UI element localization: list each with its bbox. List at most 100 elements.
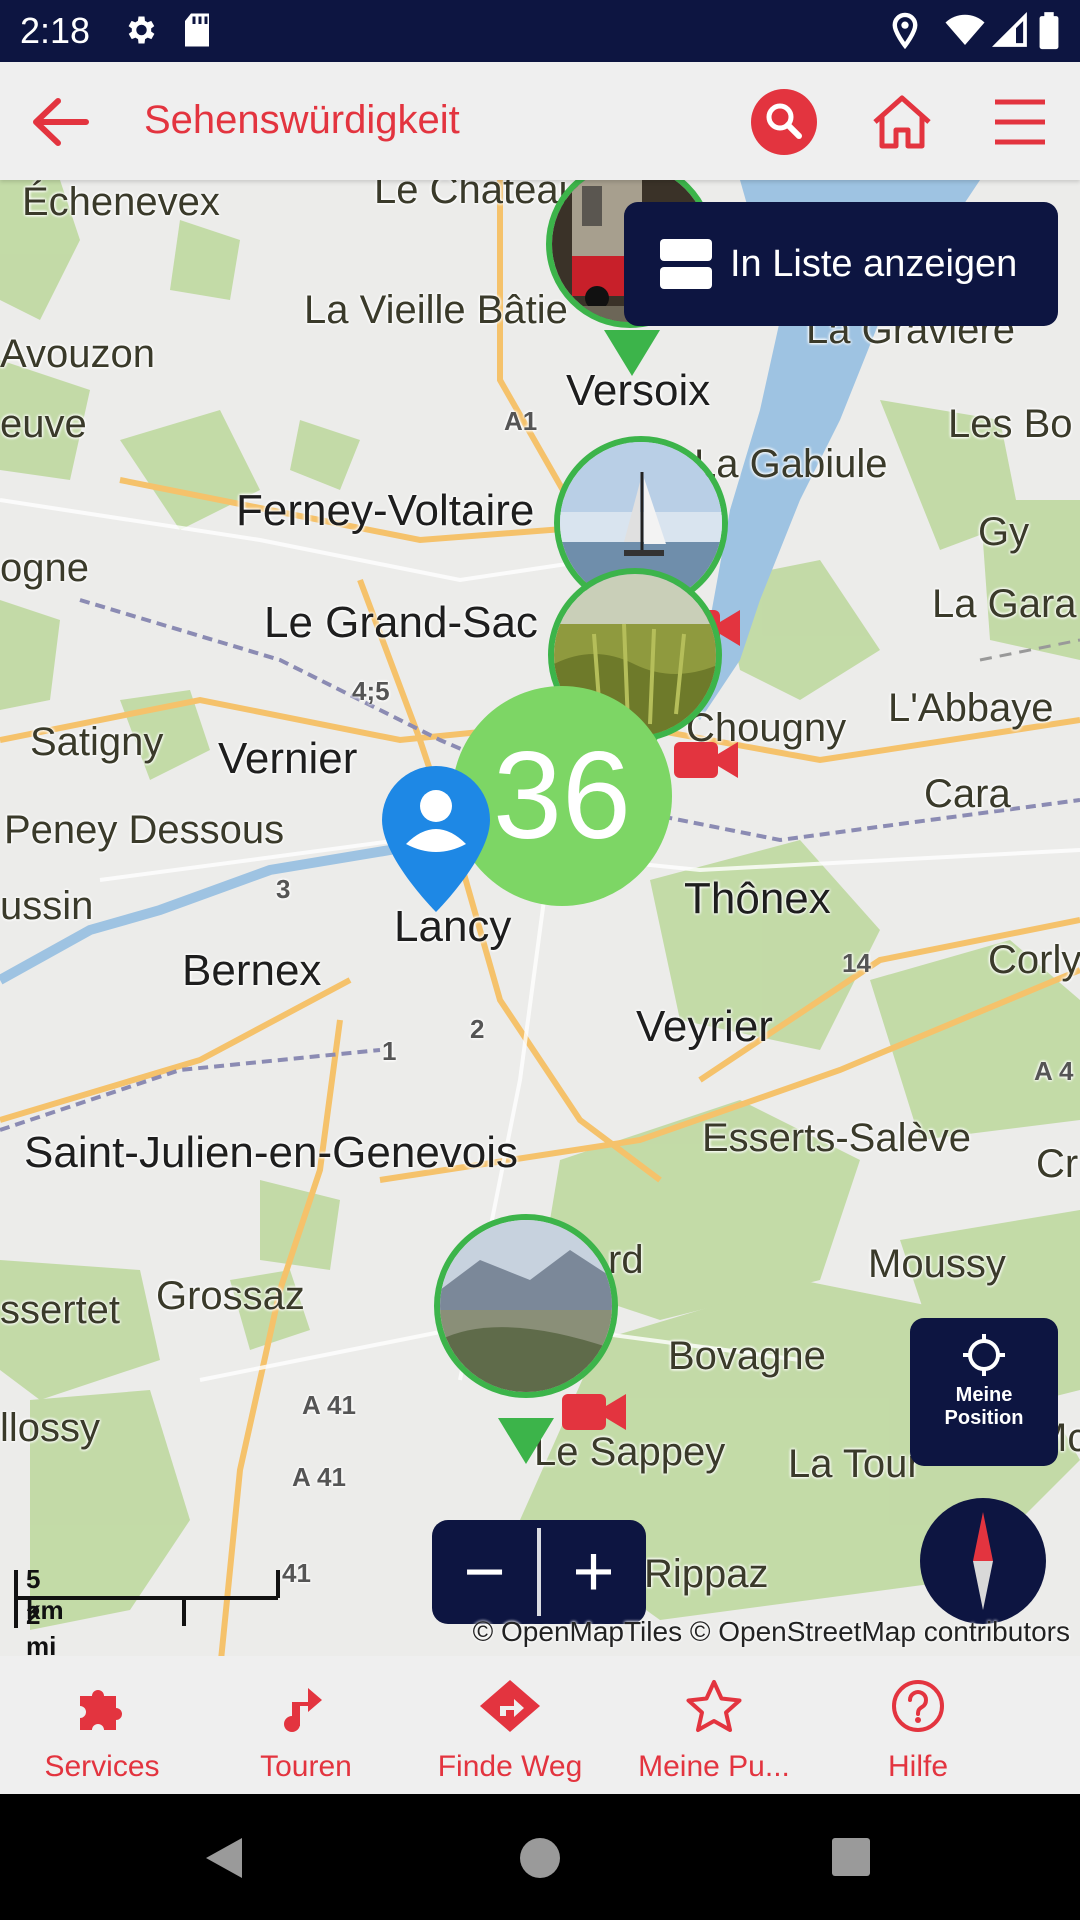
place-label: Gy xyxy=(978,510,1030,554)
place-label: La Gabiule xyxy=(694,442,888,486)
place-label: Moussy xyxy=(868,1242,1006,1286)
place-label: La Vieille Bâtie xyxy=(304,288,568,332)
location-icon xyxy=(890,12,920,55)
back-button[interactable] xyxy=(20,82,100,162)
place-label: Peney Dessous xyxy=(4,808,285,852)
gear-icon xyxy=(122,12,158,53)
list-view-icon xyxy=(660,239,712,289)
nav-services-label: Services xyxy=(44,1750,160,1783)
cluster-count: 36 xyxy=(493,727,631,865)
help-icon xyxy=(892,1680,944,1732)
place-label: La Gara xyxy=(932,582,1077,626)
scale-imperial: 2 mi xyxy=(26,1600,57,1656)
place-label: Esserts-Salève xyxy=(702,1116,971,1160)
map-view[interactable]: Échenevex Le Chateau La Vieille Bâtie La… xyxy=(0,180,1080,1656)
battery-icon xyxy=(1038,12,1060,55)
place-label: ogne xyxy=(0,546,89,590)
my-position-button[interactable]: Meine Position xyxy=(910,1318,1058,1466)
place-label: Avouzon xyxy=(0,332,155,376)
show-in-list-label: In Liste anzeigen xyxy=(730,242,1018,285)
place-label: ussin xyxy=(0,884,94,928)
place-label: ssertet xyxy=(0,1288,121,1332)
puzzle-icon xyxy=(80,1690,122,1730)
place-label: euve xyxy=(0,402,87,446)
road-label: 3 xyxy=(276,874,291,904)
show-in-list-button[interactable]: In Liste anzeigen xyxy=(624,202,1058,326)
place-label: La Tour xyxy=(788,1442,921,1486)
place-label: Cara xyxy=(924,772,1011,816)
my-position-label-line2: Position xyxy=(944,1407,1024,1429)
place-label: Thônex xyxy=(684,874,831,923)
sd-card-icon xyxy=(182,12,212,53)
place-label: Les Bo xyxy=(948,402,1073,446)
route-icon xyxy=(284,1688,322,1732)
place-label: Le Chateau xyxy=(374,180,581,212)
place-label: Vernier xyxy=(218,734,358,783)
nav-finde-weg[interactable]: Finde Weg xyxy=(408,1656,612,1794)
search-button[interactable] xyxy=(744,82,824,162)
zoom-divider xyxy=(537,1528,541,1616)
my-position-label-line1: Meine xyxy=(955,1384,1013,1406)
page-title: Sehenswürdigkeit xyxy=(144,98,460,142)
system-navigation-bar xyxy=(0,1794,1080,1920)
road-label: A1 xyxy=(504,406,538,436)
place-label: Cr xyxy=(1036,1142,1079,1186)
place-label: Corly xyxy=(988,938,1080,982)
place-label: Le Grand-Sac xyxy=(264,598,538,647)
place-label: Saint-Julien-en-Genevois xyxy=(24,1128,519,1177)
nav-hilfe-label: Hilfe xyxy=(887,1750,948,1783)
bottom-navigation: Services Touren Finde Weg Meine Pu... Hi… xyxy=(0,1656,1080,1794)
system-back-icon[interactable] xyxy=(202,1836,246,1880)
place-label: Rippaz xyxy=(644,1552,769,1596)
user-location-pin xyxy=(382,766,490,912)
arrow-left-icon xyxy=(33,98,89,146)
road-label: 41 xyxy=(282,1558,311,1588)
signal-icon xyxy=(991,11,1028,53)
road-label: 14 xyxy=(842,948,871,978)
system-home-icon[interactable] xyxy=(518,1836,562,1880)
nav-meine-punkte[interactable]: Meine Pu... xyxy=(612,1656,816,1794)
nav-services[interactable]: Services xyxy=(0,1656,204,1794)
road-label: A 4 xyxy=(1034,1056,1074,1086)
place-label: Ferney-Voltaire xyxy=(236,486,535,535)
crosshair-icon xyxy=(963,1334,1005,1376)
home-button[interactable] xyxy=(862,82,942,162)
search-icon xyxy=(751,89,817,155)
zoom-out-button[interactable]: − xyxy=(432,1520,537,1624)
road-label: 2 xyxy=(470,1014,485,1044)
place-label: Veyrier xyxy=(636,1002,773,1051)
menu-icon xyxy=(995,99,1045,145)
road-label: 1 xyxy=(382,1036,397,1066)
place-label: L'Abbaye xyxy=(888,686,1054,730)
nav-touren-label: Touren xyxy=(260,1750,352,1783)
place-label: Bovagne xyxy=(668,1334,826,1378)
road-label: 4;5 xyxy=(352,676,390,706)
poi-photo xyxy=(440,1220,612,1392)
nav-meine-punkte-label: Meine Pu... xyxy=(638,1750,790,1783)
poi-marker-tail xyxy=(604,330,660,376)
system-recents-icon[interactable] xyxy=(830,1836,872,1878)
status-time: 2:18 xyxy=(20,10,91,51)
nav-touren[interactable]: Touren xyxy=(204,1656,408,1794)
nav-finde-weg-label: Finde Weg xyxy=(437,1750,583,1783)
zoom-in-button[interactable]: + xyxy=(541,1520,646,1624)
video-camera-icon xyxy=(674,742,738,778)
zoom-controls: − + xyxy=(432,1520,646,1624)
road-label: A 41 xyxy=(292,1462,346,1492)
map-attribution[interactable]: © OpenMapTiles © OpenStreetMap contribut… xyxy=(473,1616,1070,1648)
video-camera-icon xyxy=(562,1394,626,1430)
star-icon xyxy=(686,1680,742,1732)
place-label: llossy xyxy=(0,1406,101,1450)
place-label: Le Sappey xyxy=(534,1430,726,1474)
compass-button[interactable] xyxy=(920,1498,1046,1624)
road-label: A 41 xyxy=(302,1390,356,1420)
status-bar: 2:18 xyxy=(0,0,1080,62)
poi-marker-valley[interactable] xyxy=(434,1214,618,1398)
directions-icon xyxy=(480,1680,540,1732)
poi-marker-tail xyxy=(498,1418,554,1464)
wifi-icon xyxy=(944,12,986,53)
menu-button[interactable] xyxy=(980,82,1060,162)
compass-icon xyxy=(973,1512,993,1610)
nav-hilfe[interactable]: Hilfe xyxy=(816,1656,1020,1794)
place-label: Bernex xyxy=(182,946,322,995)
